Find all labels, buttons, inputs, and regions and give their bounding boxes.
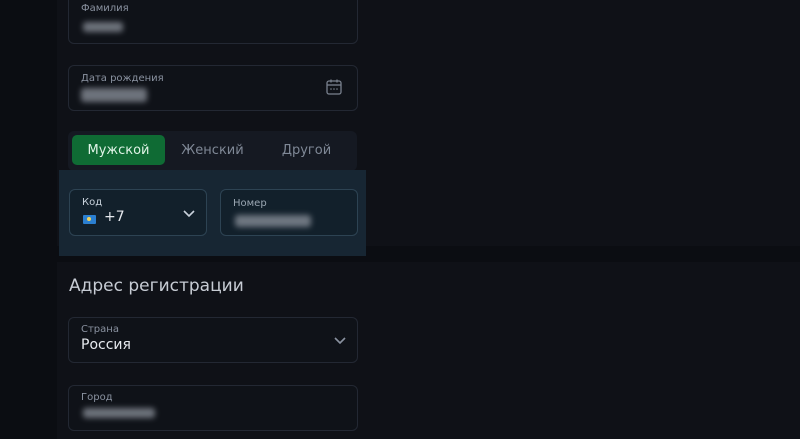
country-value: Россия — [81, 337, 131, 353]
phone-code-value: +7 — [104, 209, 125, 225]
last-name-value-redacted — [83, 22, 123, 32]
gender-option-male[interactable]: Мужской — [72, 135, 165, 165]
country-label: Страна — [81, 324, 119, 335]
registration-page: Фамилия Дата рождения Мужской Женский Др… — [0, 0, 800, 439]
birth-date-label: Дата рождения — [81, 73, 164, 84]
last-name-field[interactable]: Фамилия — [68, 0, 358, 44]
city-label: Город — [81, 392, 113, 403]
chevron-down-icon[interactable] — [182, 209, 196, 219]
birth-date-field[interactable]: Дата рождения — [68, 65, 358, 111]
flag-icon — [83, 215, 96, 224]
phone-code-select[interactable]: Код +7 — [69, 189, 207, 236]
city-value-redacted — [83, 408, 155, 418]
chevron-down-icon[interactable] — [333, 336, 347, 346]
last-name-label: Фамилия — [81, 3, 129, 14]
phone-number-field[interactable]: Номер — [220, 189, 358, 236]
gender-option-other[interactable]: Другой — [260, 135, 353, 165]
phone-section: Код +7 Номер — [59, 170, 366, 256]
address-section-title: Адрес регистрации — [69, 276, 244, 296]
country-select[interactable]: Страна Россия — [68, 317, 358, 363]
phone-code-label: Код — [82, 197, 103, 208]
phone-number-label: Номер — [233, 198, 267, 209]
gender-option-female[interactable]: Женский — [166, 135, 259, 165]
birth-date-value-redacted — [81, 88, 147, 102]
phone-number-value-redacted — [235, 215, 311, 227]
calendar-icon[interactable] — [325, 78, 343, 96]
gender-selector: Мужской Женский Другой — [68, 131, 357, 171]
city-field[interactable]: Город — [68, 385, 358, 431]
